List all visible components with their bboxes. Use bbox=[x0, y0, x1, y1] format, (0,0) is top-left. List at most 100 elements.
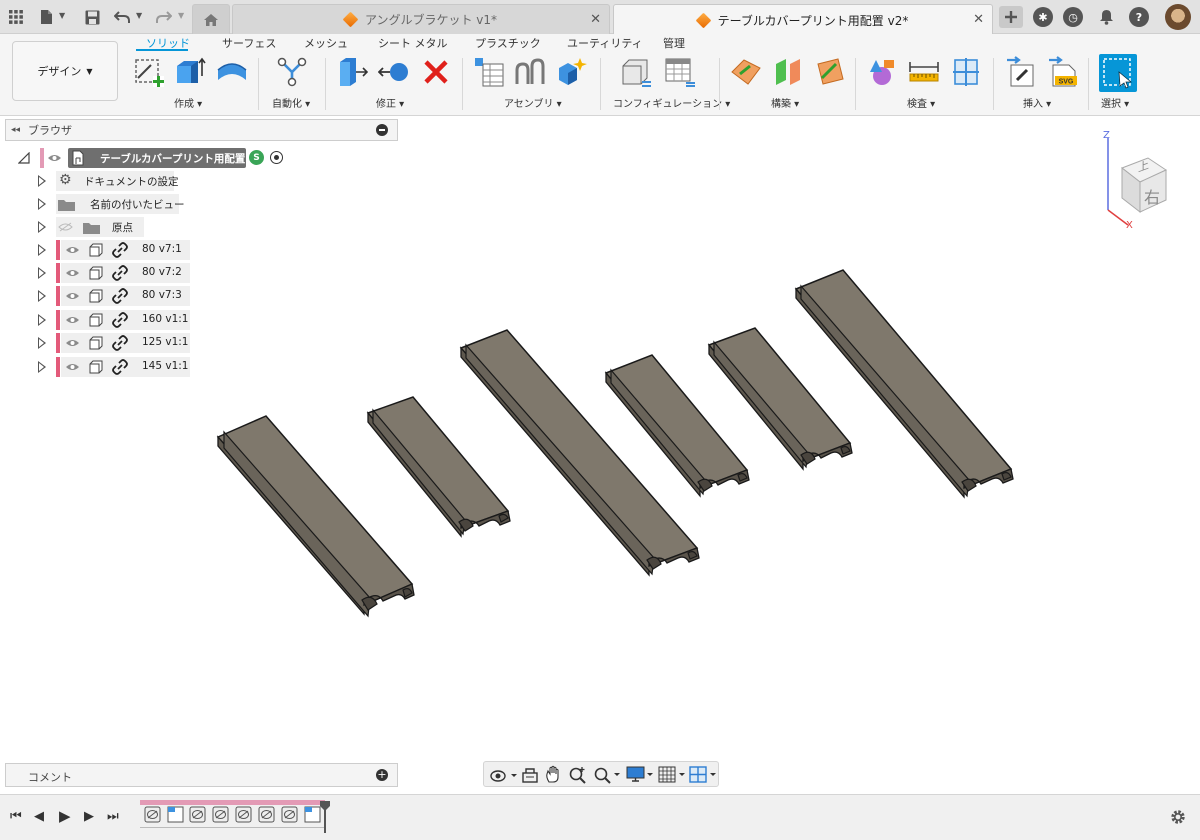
comments-panel-header[interactable]: コメント + bbox=[5, 763, 398, 787]
joint-icon[interactable] bbox=[514, 56, 546, 88]
timeline-component-icon[interactable] bbox=[167, 806, 184, 823]
group-create-label[interactable]: 作成 ▾ bbox=[174, 95, 202, 110]
group-inspect-label[interactable]: 検査 ▾ bbox=[907, 95, 935, 110]
delete-icon[interactable] bbox=[420, 56, 452, 88]
group-modify-label[interactable]: 修正 ▾ bbox=[376, 95, 404, 110]
tab-document-1[interactable]: アングルブラケット v1* ✕ bbox=[232, 4, 610, 34]
visibility-eye-icon[interactable] bbox=[47, 153, 62, 163]
play-icon[interactable]: ▶ bbox=[59, 807, 71, 825]
add-comment-icon[interactable]: + bbox=[376, 769, 388, 781]
visibility-eye-icon[interactable] bbox=[65, 315, 80, 325]
tab-surface[interactable]: サーフェス bbox=[222, 35, 276, 51]
zoom-icon[interactable] bbox=[568, 765, 588, 784]
close-icon[interactable]: ✕ bbox=[973, 12, 984, 27]
measure-icon[interactable] bbox=[908, 56, 940, 88]
notifications-bell-icon[interactable] bbox=[1096, 7, 1116, 27]
hidden-eye-icon[interactable] bbox=[58, 222, 73, 232]
expand-arrow-icon[interactable] bbox=[38, 290, 46, 302]
timeline-feature-icon[interactable] bbox=[212, 806, 229, 823]
file-icon[interactable] bbox=[36, 7, 56, 27]
workspace-switcher-button[interactable]: デザイン ▼ bbox=[12, 41, 118, 101]
view-cube-right-face[interactable]: 右 bbox=[1144, 184, 1160, 208]
pan-hand-icon[interactable] bbox=[544, 765, 562, 784]
expand-arrow-icon[interactable] bbox=[38, 267, 46, 279]
offset-plane-icon[interactable] bbox=[730, 56, 762, 88]
expand-arrow-icon[interactable] bbox=[38, 198, 46, 210]
configure-icon[interactable] bbox=[620, 56, 652, 88]
expand-arrow-icon[interactable] bbox=[38, 175, 46, 187]
timeline-feature-icon[interactable] bbox=[189, 806, 206, 823]
section-analysis-icon[interactable] bbox=[950, 56, 982, 88]
tab-document-2[interactable]: テーブルカバープリント用配置 v2* ✕ bbox=[613, 4, 993, 35]
revolve-icon[interactable] bbox=[216, 56, 248, 88]
visibility-eye-icon[interactable] bbox=[65, 338, 80, 348]
visibility-eye-icon[interactable] bbox=[65, 268, 80, 278]
tree-node-origin[interactable]: 原点 bbox=[36, 217, 146, 237]
browser-panel-header[interactable]: ◂◂ ブラウザ bbox=[5, 119, 398, 141]
part-80-v7-2[interactable] bbox=[366, 396, 511, 538]
tree-node-named-views[interactable]: 名前の付いたビュー bbox=[36, 194, 185, 214]
app-grid-icon[interactable] bbox=[6, 7, 26, 27]
new-component-icon[interactable] bbox=[473, 56, 505, 88]
file-menu-caret-icon[interactable]: ▼ bbox=[59, 11, 65, 20]
configuration-table-icon[interactable] bbox=[664, 56, 696, 88]
shared-status-icon[interactable]: S bbox=[249, 150, 264, 165]
tree-node-component[interactable]: 80 v7:3 bbox=[36, 286, 192, 306]
part-145-v1-1[interactable] bbox=[794, 269, 1014, 499]
tree-node-component[interactable]: 160 v1:1 bbox=[36, 310, 192, 330]
timeline-feature-icon[interactable] bbox=[258, 806, 275, 823]
as-built-joint-icon[interactable] bbox=[556, 56, 588, 88]
look-at-icon[interactable] bbox=[521, 766, 539, 784]
tab-sheet-metal[interactable]: シート メタル bbox=[378, 35, 448, 51]
tab-utilities[interactable]: ユーティリティ bbox=[567, 35, 643, 51]
display-settings-icon[interactable] bbox=[626, 765, 654, 784]
group-assembly-label[interactable]: アセンブリ ▾ bbox=[504, 95, 562, 110]
insert-svg-icon[interactable]: SVG bbox=[1047, 56, 1079, 88]
expand-arrow-icon[interactable] bbox=[38, 361, 46, 373]
visibility-eye-icon[interactable] bbox=[65, 245, 80, 255]
job-status-icon[interactable]: ◷ bbox=[1063, 7, 1083, 27]
orbit-icon[interactable] bbox=[489, 766, 517, 784]
group-automate-label[interactable]: 自動化 ▾ bbox=[272, 95, 310, 110]
timeline-settings-gear-icon[interactable] bbox=[1170, 809, 1186, 825]
viewports-icon[interactable] bbox=[689, 765, 717, 784]
automate-icon[interactable] bbox=[276, 56, 308, 88]
inspect-shapes-icon[interactable] bbox=[866, 56, 898, 88]
home-tab[interactable] bbox=[192, 4, 230, 34]
extensions-icon[interactable]: ✱ bbox=[1033, 7, 1053, 27]
redo-icon[interactable] bbox=[154, 7, 174, 27]
undo-caret-icon[interactable]: ▼ bbox=[136, 11, 142, 20]
tab-manage[interactable]: 管理 bbox=[663, 35, 685, 51]
redo-caret-icon[interactable]: ▼ bbox=[178, 11, 184, 20]
select-button[interactable] bbox=[1099, 54, 1137, 92]
timeline-feature-icon[interactable] bbox=[235, 806, 252, 823]
extrude-icon[interactable] bbox=[174, 56, 206, 88]
group-select-label[interactable]: 選択 ▾ bbox=[1101, 95, 1129, 110]
group-insert-label[interactable]: 挿入 ▾ bbox=[1023, 95, 1051, 110]
insert-derive-icon[interactable] bbox=[1005, 56, 1037, 88]
user-avatar[interactable] bbox=[1165, 4, 1191, 30]
timeline-marker-handle[interactable] bbox=[319, 800, 331, 834]
step-forward-icon[interactable]: ▶ bbox=[84, 809, 94, 824]
minimize-panel-icon[interactable] bbox=[376, 124, 388, 136]
plane-at-angle-icon[interactable] bbox=[814, 56, 846, 88]
timeline-feature-icon[interactable] bbox=[281, 806, 298, 823]
tree-node-component[interactable]: 125 v1:1 bbox=[36, 333, 192, 353]
visibility-eye-icon[interactable] bbox=[65, 362, 80, 372]
model-canvas[interactable] bbox=[0, 117, 1200, 794]
expand-arrow-icon[interactable] bbox=[38, 314, 46, 326]
create-sketch-icon[interactable] bbox=[133, 56, 165, 88]
step-back-icon[interactable]: ◀ bbox=[34, 809, 44, 824]
tree-node-component[interactable]: 145 v1:1 bbox=[36, 357, 192, 377]
collapse-arrow-icon[interactable] bbox=[18, 152, 30, 164]
view-cube[interactable]: Z X 上 右 bbox=[1100, 130, 1180, 231]
activate-radio-icon[interactable] bbox=[270, 151, 283, 164]
visibility-eye-icon[interactable] bbox=[65, 291, 80, 301]
zoom-window-icon[interactable] bbox=[593, 765, 621, 784]
undo-icon[interactable] bbox=[112, 7, 132, 27]
expand-arrow-icon[interactable] bbox=[38, 244, 46, 256]
new-tab-button[interactable] bbox=[999, 6, 1023, 28]
collapse-panel-icon[interactable]: ◂◂ bbox=[11, 125, 20, 135]
tree-node-component[interactable]: 80 v7:1 bbox=[36, 240, 192, 260]
go-to-end-icon[interactable]: ⏭ bbox=[107, 809, 119, 824]
